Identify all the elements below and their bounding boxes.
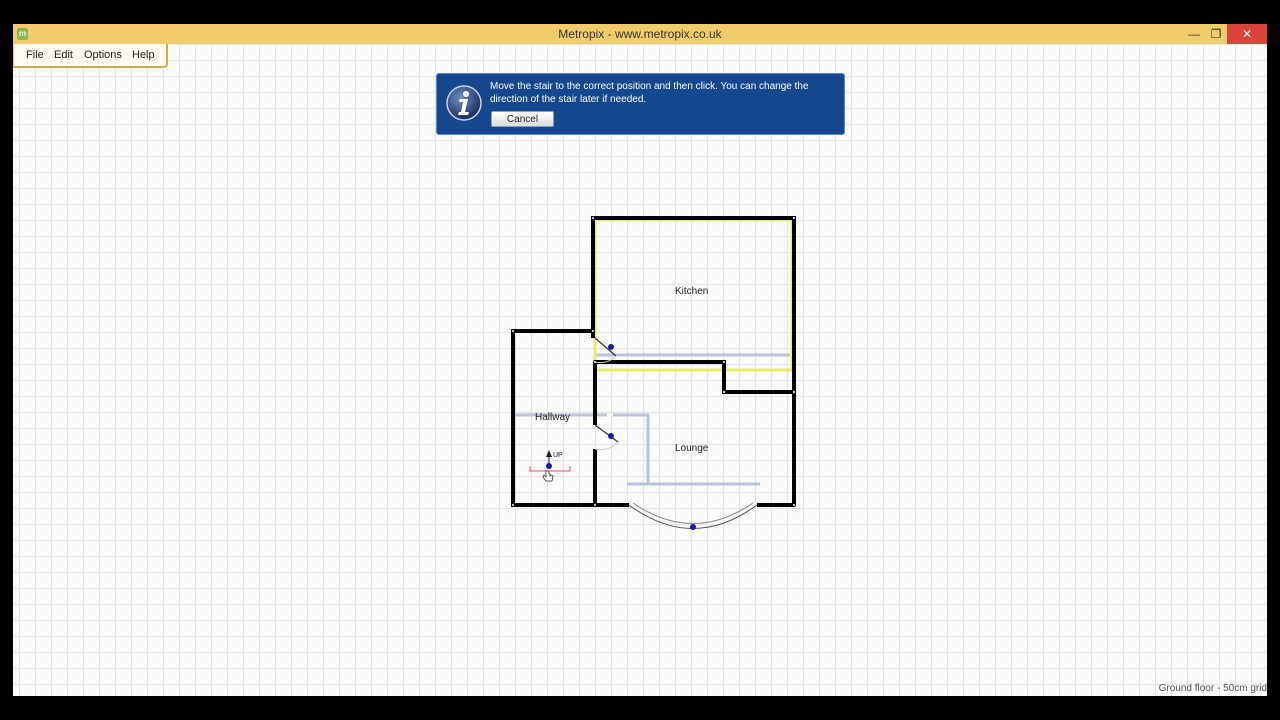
menu-bar: File Edit Options Help xyxy=(13,44,168,68)
bay-window[interactable] xyxy=(628,502,758,530)
menu-file[interactable]: File xyxy=(26,49,44,61)
window-title: Metropix - www.metropix.co.uk xyxy=(558,27,722,41)
floor-status: Ground floor - 50cm grid xyxy=(1158,683,1267,694)
hallway-outer-walls[interactable] xyxy=(511,329,629,507)
close-button[interactable]: ✕ xyxy=(1227,24,1267,44)
floorplan-canvas[interactable]: Kitchen Hallway Lounge UP Move the stair… xyxy=(13,44,1267,696)
floor-plan xyxy=(511,216,796,530)
instruction-banner: Move the stair to the correct position a… xyxy=(436,73,845,135)
bay-handle-icon[interactable] xyxy=(690,524,696,530)
door-handle-icon[interactable] xyxy=(608,344,614,350)
cancel-button[interactable]: Cancel xyxy=(491,111,554,127)
menu-help[interactable]: Help xyxy=(132,49,155,61)
info-icon xyxy=(446,85,482,121)
room-label-lounge[interactable]: Lounge xyxy=(675,443,708,454)
app-window: m Metropix - www.metropix.co.uk — ❐ ✕ Ki… xyxy=(13,24,1267,696)
room-label-kitchen[interactable]: Kitchen xyxy=(675,286,708,297)
stair-handle-icon[interactable] xyxy=(546,463,552,469)
instruction-message: Move the stair to the correct position a… xyxy=(490,81,809,105)
stair-arrowhead-icon xyxy=(546,450,552,457)
title-bar[interactable]: m Metropix - www.metropix.co.uk — ❐ ✕ xyxy=(13,24,1267,44)
menu-edit[interactable]: Edit xyxy=(54,49,73,61)
door-kitchen[interactable] xyxy=(594,337,617,364)
menu-options[interactable]: Options xyxy=(84,49,122,61)
hand-cursor-icon xyxy=(542,470,554,482)
external-walls xyxy=(511,216,796,507)
room-label-hallway[interactable]: Hallway xyxy=(535,412,570,423)
door-hallway-lounge[interactable] xyxy=(594,424,619,451)
stair-placement[interactable] xyxy=(529,450,571,482)
restore-button[interactable]: ❐ xyxy=(1203,24,1229,44)
stair-up-label: UP xyxy=(553,452,563,459)
door-handle-icon[interactable] xyxy=(608,433,614,439)
kitchen-lounge-wall[interactable] xyxy=(595,360,794,394)
